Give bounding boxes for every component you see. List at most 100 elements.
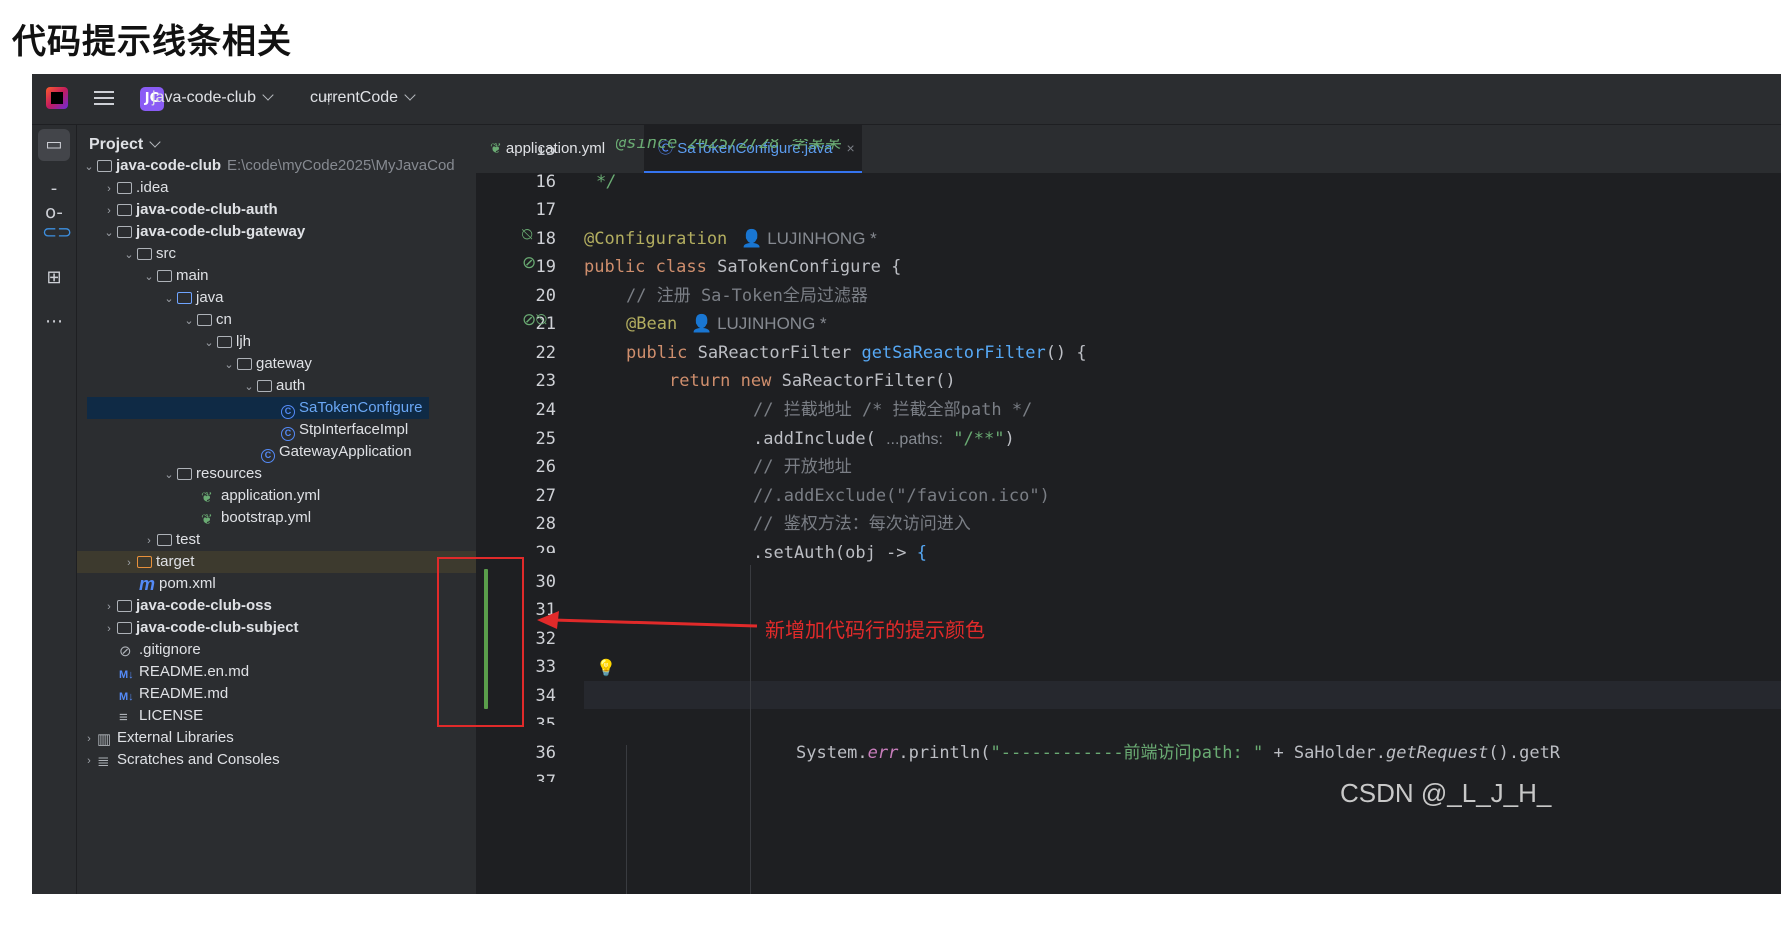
code-line-27: //.addExclude("/favicon.ico") — [753, 486, 1050, 506]
code-icon[interactable]: ⊂⊃ — [42, 221, 72, 245]
module-folder-icon — [117, 600, 132, 612]
tree-item[interactable]: ⌄ java-code-club-gateway — [77, 221, 500, 243]
tree-item[interactable]: ⌄ main — [77, 265, 540, 287]
line-number: 28 — [535, 514, 556, 534]
package-icon — [197, 314, 212, 326]
chevron-down-icon — [404, 89, 416, 101]
chevron-down-icon — [262, 89, 274, 101]
folder-icon[interactable]: ▭ — [38, 129, 70, 161]
line-number: 22 — [535, 343, 556, 363]
tree-item[interactable]: › .idea — [77, 177, 500, 199]
line-number: 23 — [535, 371, 556, 391]
tree-item[interactable]: › ≣ Scratches and Consoles — [77, 749, 480, 771]
line-number: 19 — [535, 257, 556, 277]
ide-logo-icon[interactable] — [46, 87, 68, 109]
chevron-down-icon — [149, 136, 161, 148]
code-line-21: @Bean 👤 LUJINHONG * — [626, 314, 827, 334]
code-line-18: @Configuration 👤 LUJINHONG * — [584, 229, 877, 249]
main-menu-icon[interactable] — [94, 88, 114, 108]
tree-item[interactable]: › test — [77, 529, 540, 551]
author-hint[interactable]: 👤 LUJINHONG * — [741, 229, 876, 248]
text-file-icon: ≡ — [119, 709, 128, 726]
line-number: 29 — [535, 543, 556, 553]
watermark: CSDN @_L_J_H_ — [1340, 778, 1552, 808]
ide-window: JC java-code-club ⑂ currentCode ▭ -o- ⊂⊃… — [32, 74, 1781, 894]
spring-leaf-icon: ❦ — [201, 511, 213, 527]
scratches-icon: ≣ — [97, 753, 110, 770]
package-icon — [237, 358, 252, 370]
project-name: java-code-club — [152, 89, 257, 106]
tree-item[interactable]: › java-code-club-auth — [77, 199, 500, 221]
tree-item[interactable]: › ▥ External Libraries — [77, 727, 480, 749]
markdown-icon: M↓ — [119, 691, 134, 703]
spring-class-icon: C — [261, 449, 275, 463]
lightbulb-icon[interactable]: 💡 — [596, 658, 616, 677]
package-icon — [217, 336, 232, 348]
class-icon: C — [281, 427, 295, 441]
line-number: 16 — [535, 172, 556, 192]
source-folder-icon — [177, 292, 192, 304]
line-number: 27 — [535, 486, 556, 506]
tool-strip: ▭ -o- ⊂⊃ ⊞ ⋯ — [32, 125, 77, 894]
close-icon[interactable]: × — [846, 140, 854, 156]
line-number: 17 — [535, 200, 556, 220]
line-number: 18 — [535, 229, 556, 249]
code-line-19: public class SaTokenConfigure { — [584, 257, 902, 277]
code-line-24: // 拦截地址 /* 拦截全部path */ — [753, 400, 1033, 420]
branch-name: currentCode — [310, 89, 399, 106]
line-number: 20 — [535, 286, 556, 306]
highlight-box — [437, 557, 524, 727]
spring-bean-icon[interactable]: ⊘⍉ — [522, 310, 546, 330]
code-editor[interactable]: ❦ application.yml Ⓒ SaTokenConfigure.jav… — [476, 125, 1781, 894]
line-number: 15 — [535, 147, 556, 160]
code-line-36: System.err.println("------------前端访问path… — [796, 743, 1561, 763]
code-line-29: .setAuth(obj -> { — [753, 543, 928, 563]
project-panel: Project ⌄ java-code-club E:\code\myCode202… — [77, 125, 520, 894]
project-panel-title[interactable]: Project — [89, 136, 161, 154]
annotation-arrow — [537, 611, 758, 629]
package-icon — [257, 380, 272, 392]
spring-leaf-icon: ❦ — [201, 489, 213, 505]
code-line-16: */ — [596, 172, 617, 192]
excluded-folder-icon — [137, 556, 152, 568]
library-icon: ▥ — [97, 731, 112, 748]
ignore-file-icon: ⊘ — [119, 643, 132, 660]
branch-selector[interactable]: currentCode — [310, 89, 416, 107]
code-line-26: // 开放地址 — [753, 457, 852, 477]
module-folder-icon — [117, 226, 132, 238]
line-number: 26 — [535, 457, 556, 477]
tree-item-root[interactable]: ⌄ java-code-club E:\code\myCode2025\MyJava… — [77, 155, 480, 177]
title-bar: JC java-code-club ⑂ currentCode — [32, 74, 1781, 125]
spring-bean-icon[interactable]: ⍉ — [522, 225, 532, 245]
folder-icon — [137, 248, 152, 260]
resources-folder-icon — [177, 468, 192, 480]
module-folder-icon — [117, 204, 132, 216]
spring-bean-icon[interactable]: ⊘ — [522, 253, 536, 273]
line-number: 24 — [535, 400, 556, 420]
annotation-text: 新增加代码行的提示颜色 — [765, 618, 985, 642]
markdown-icon: M↓ — [119, 669, 134, 681]
project-selector[interactable]: java-code-club — [152, 89, 274, 107]
page-heading: 代码提示线条相关 — [12, 22, 292, 62]
code-line-25: .addInclude( ...paths: "/**") — [753, 429, 1015, 449]
code-line-22: public SaReactorFilter getSaReactorFilte… — [626, 343, 1087, 363]
line-number: 37 — [535, 772, 556, 782]
tree-item-selected[interactable]: C SaTokenConfigure — [87, 397, 429, 419]
code-line-20: // 注册 Sa-Token全局过滤器 — [626, 286, 868, 306]
folder-icon — [117, 182, 132, 194]
author-hint[interactable]: 👤 LUJINHONG * — [691, 314, 826, 333]
tree-item[interactable]: ⌄ src — [77, 243, 520, 265]
more-icon[interactable]: ⋯ — [42, 310, 66, 334]
module-folder-icon — [117, 622, 132, 634]
line-number: 25 — [535, 429, 556, 449]
code-line-15: @since 2025/2/28 李某某 — [616, 139, 841, 153]
structure-icon[interactable]: ⊞ — [42, 266, 66, 290]
code-line-28: // 鉴权方法：每次访问进入 — [753, 514, 971, 534]
folder-icon — [157, 534, 172, 546]
maven-icon: m — [139, 574, 156, 594]
folder-icon — [97, 160, 112, 172]
line-number: 36 — [535, 743, 556, 763]
commit-icon[interactable]: -o- — [42, 177, 66, 223]
current-line-highlight — [584, 681, 1781, 709]
code-line-23: return new SaReactorFilter() — [669, 371, 956, 391]
